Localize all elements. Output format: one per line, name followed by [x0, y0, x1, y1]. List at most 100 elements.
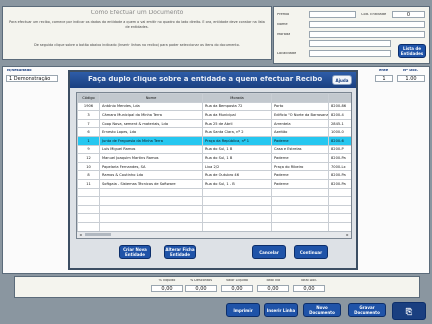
cell-code: 6 — [77, 127, 100, 137]
entity-table-container: Código Nome Morada 1906 António Mendes, L… — [76, 92, 352, 239]
table-row[interactable]: 8 Ramos & Coutinho Lda Rua de Outubro 46 Pa… — [77, 170, 351, 180]
cell-code: 12 — [77, 153, 100, 163]
empty-row — [77, 213, 351, 223]
instructions-panel: Como Efectuar um Documento Para efectuar… — [2, 6, 272, 60]
novo-documento-button[interactable]: Novo Documento — [303, 303, 341, 317]
cell-name: Ramos & Coutinho Lda — [99, 170, 203, 180]
total-label-total-doc: Total Doc. — [300, 279, 318, 282]
column-header-morada[interactable]: Morada — [202, 93, 272, 103]
empty-cell — [202, 204, 272, 215]
exit-button[interactable]: ⎘ — [392, 302, 426, 320]
cell-postcode: 8200-P — [328, 144, 351, 155]
empty-cell — [328, 187, 351, 198]
cell-locality: Porto — [271, 101, 329, 112]
empty-cell — [328, 213, 351, 223]
cell-address: Praça da República, nº 1 — [202, 135, 272, 146]
morada-field[interactable] — [309, 31, 425, 38]
instructions-text-1: Para efectuar um recibo, comece por indi… — [9, 20, 265, 29]
column-header-codpostal[interactable] — [328, 93, 351, 103]
help-button[interactable]: Ajuda — [332, 75, 352, 85]
table-row[interactable]: 1906 António Mendes, Lda Rua da Bemposta 7… — [77, 101, 351, 112]
empty-cell — [77, 221, 100, 232]
cell-locality: Praça do Ribeiro — [271, 161, 329, 172]
inserir-linha-button[interactable]: Inserir Linha — [264, 303, 298, 317]
gravar-documento-button[interactable]: Gravar Documento — [348, 303, 386, 317]
empty-cell — [77, 204, 100, 215]
prefixo-field[interactable] — [309, 11, 356, 18]
cell-address: Rua do Sul, 1 - B — [202, 178, 272, 189]
scrollbar-thumb[interactable] — [85, 233, 111, 236]
empty-cell — [328, 204, 351, 215]
empty-cell — [271, 196, 329, 206]
table-row[interactable]: 12 Manuel Joaquim Martins Ramos Rua do Sul… — [77, 153, 351, 163]
total-field-total-doc: 0,00 — [293, 285, 325, 292]
cod-entidade-field[interactable]: 0 — [392, 11, 425, 18]
instructions-title: Como Efectuar um Documento — [90, 10, 184, 16]
empty-row — [77, 196, 351, 206]
ente-value[interactable]: 1 — [375, 75, 393, 82]
table-row[interactable]: 9 Luís Miguel Ramos Rua do Sul, 1 B Casa e … — [77, 144, 351, 155]
imprimir-button[interactable]: Imprimir — [226, 303, 260, 317]
n-doc-value[interactable]: 1.00 — [397, 75, 425, 82]
cell-locality: Paderne — [271, 135, 329, 146]
empty-cell — [202, 196, 272, 206]
empty-cell — [99, 187, 203, 198]
criar-nova-entidade-button[interactable]: Criar Nova Entidade — [119, 245, 151, 259]
empty-cell — [77, 187, 100, 198]
total-field-descontos: 0,00 — [185, 285, 217, 292]
cell-postcode: 8200-Pa — [328, 170, 351, 180]
total-label-iliquido: % Ilíquido — [158, 279, 176, 282]
cell-postcode: 8200-86 — [328, 101, 351, 112]
dialog-title-bar: Faça duplo clique sobre a entidade a que… — [70, 72, 356, 88]
table-row[interactable]: 11 Softgaia - Sistemas Técnicos de Softwa… — [77, 178, 351, 189]
total-label-total-iva: Total Iva — [265, 279, 281, 282]
cell-code: 8 — [77, 170, 100, 180]
column-header-localidade[interactable] — [271, 93, 329, 103]
cell-address: Rua do Sul, 1 B — [202, 153, 272, 163]
cell-postcode: 8200-6 — [328, 135, 351, 146]
cell-address: Lixa 2/2 — [202, 161, 272, 172]
cell-address: Rua de Outubro 46 — [202, 170, 272, 180]
table-row[interactable]: 3 Câmara Municipal da Minha Terra Rua da M… — [77, 110, 351, 120]
empty-cell — [328, 221, 351, 232]
table-row[interactable]: 10 Papelaria Fernandes, SA Lixa 2/2 Praça d… — [77, 161, 351, 172]
scroll-left-icon[interactable]: ◂ — [78, 232, 83, 237]
cell-name: Luís Miguel Ramos — [99, 144, 203, 155]
cod-entidade-label: Cód. Entidade — [361, 13, 387, 16]
table-scrollbar[interactable]: ◂ ▸ — [77, 231, 351, 238]
empty-cell — [202, 213, 272, 223]
nome-field[interactable] — [309, 21, 425, 28]
lista-entidades-button[interactable]: Lista de Entidades — [398, 44, 426, 58]
alterar-ficha-entidade-button[interactable]: Alterar Ficha Entidade — [164, 245, 196, 259]
cell-locality: Paderne — [271, 170, 329, 180]
cell-name: Ernesto Lopes, Lda — [99, 127, 203, 137]
column-header-codigo[interactable]: Código — [77, 93, 100, 103]
empty-cell — [328, 196, 351, 206]
cell-name: António Mendes, Lda — [99, 101, 203, 112]
cell-locality: Paderne — [271, 153, 329, 163]
scroll-right-icon[interactable]: ▸ — [345, 232, 350, 237]
instructions-text-2: De seguida clique sobre o botão abaixo i… — [34, 43, 240, 47]
column-header-nome[interactable]: Nome — [99, 93, 203, 103]
continuar-button[interactable]: Continuar — [294, 245, 328, 259]
cell-name: Softgaia - Sistemas Técnicos de Software — [99, 178, 203, 189]
table-row[interactable]: 7 Coop Nova, sement & materiais, Lda Rua 2… — [77, 118, 351, 129]
cell-postcode: 2845-1 — [328, 118, 351, 129]
total-label-descontos: % Descontos — [189, 279, 213, 282]
empty-cell — [99, 213, 203, 223]
table-row[interactable]: 1 Junta de Freguesia da Minha Terra Praça … — [77, 135, 351, 146]
localidade-field[interactable] — [309, 50, 391, 57]
cell-name: Câmara Municipal da Minha Terra — [99, 110, 203, 120]
empty-cell — [77, 213, 100, 223]
empty-row — [77, 187, 351, 198]
empty-cell — [271, 213, 329, 223]
cell-postcode: 8200-Pa — [328, 178, 351, 189]
table-header-row: Código Nome Morada — [77, 93, 351, 103]
table-row[interactable]: 6 Ernesto Lopes, Lda Rua Santa Clara, nº 2… — [77, 127, 351, 137]
cancelar-button[interactable]: Cancelar — [252, 245, 286, 259]
empty-row — [77, 221, 351, 232]
n-doc-column-header: Nº Doc. — [403, 69, 419, 72]
morada-field-2[interactable] — [309, 40, 391, 47]
prefixo-label: Prefixo — [277, 13, 290, 16]
n-resultado-value[interactable]: 1 Demonstração — [6, 75, 58, 82]
